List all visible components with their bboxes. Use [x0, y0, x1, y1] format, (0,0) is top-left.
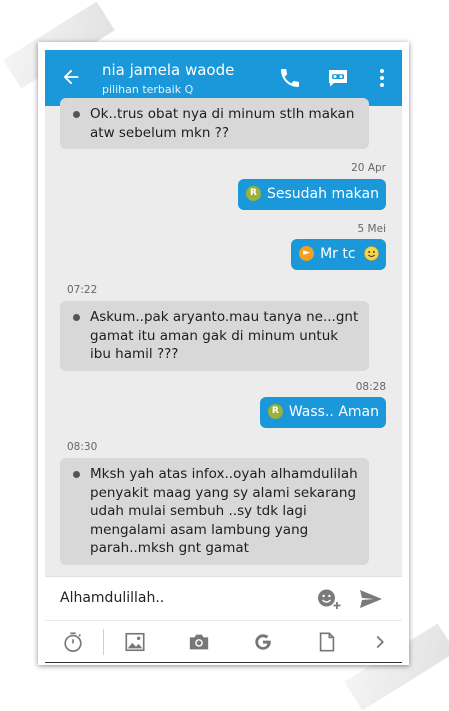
message-bubble-in[interactable]: Mksh yah atas infox..oyah alhamdulilah p… — [60, 458, 369, 565]
google-icon[interactable] — [252, 631, 274, 653]
message-bubble-out[interactable]: R Sesudah makan — [238, 179, 386, 210]
photo-frame: nia jamela waode pilihan terbaik Q Ok..t… — [38, 42, 409, 665]
message-text: Mksh yah atas infox..oyah alhamdulilah p… — [90, 466, 358, 556]
contact-name[interactable]: nia jamela waode — [102, 61, 234, 79]
bullet-dot — [73, 471, 80, 478]
camera-icon[interactable] — [188, 631, 210, 653]
read-badge-icon: R — [246, 185, 261, 201]
timestamp: 5 Mei — [357, 223, 386, 235]
message-text: Mr tc — [320, 246, 356, 262]
message-input[interactable]: Alhamdulillah.. — [60, 590, 164, 606]
smiley-emoji-icon — [364, 245, 379, 261]
toolbar-divider — [103, 629, 104, 655]
timestamp: 08:28 — [355, 381, 386, 393]
sticker-badge-icon: ► — [299, 245, 315, 261]
document-icon[interactable] — [316, 631, 338, 653]
bullet-dot — [73, 314, 80, 321]
bullet-dot — [73, 111, 80, 118]
message-text: Askum..pak aryanto.mau tanya ne...gnt ga… — [90, 309, 359, 362]
video-chat-icon[interactable] — [326, 66, 350, 90]
image-icon[interactable] — [124, 631, 146, 653]
timer-icon[interactable] — [62, 631, 84, 653]
bottom-divider — [45, 662, 402, 663]
message-text: Sesudah makan — [267, 186, 379, 202]
timestamp: 07:22 — [67, 284, 98, 296]
message-bubble-out[interactable]: ► Mr tc — [291, 239, 386, 270]
contact-status: pilihan terbaik Q — [102, 83, 194, 96]
message-text: Wass.. Aman — [288, 404, 379, 420]
message-bubble-out[interactable]: R Wass.. Aman — [259, 397, 386, 428]
emoji-add-icon[interactable] — [317, 588, 341, 610]
timestamp: 08:30 — [67, 441, 98, 453]
message-text: Ok..trus obat nya di minum stlh makan at… — [90, 106, 355, 141]
phone-icon[interactable] — [278, 66, 302, 90]
message-composer[interactable]: Alhamdulillah.. — [45, 576, 402, 621]
chevron-right-icon[interactable] — [369, 631, 391, 653]
read-badge-icon: R — [267, 403, 283, 419]
message-bubble-in[interactable]: Askum..pak aryanto.mau tanya ne...gnt ga… — [60, 301, 369, 371]
more-vert-icon[interactable] — [370, 66, 394, 90]
timestamp: 20 Apr — [351, 162, 386, 174]
message-bubble-in[interactable]: Ok..trus obat nya di minum stlh makan at… — [60, 98, 369, 149]
message-list[interactable]: Ok..trus obat nya di minum stlh makan at… — [45, 98, 402, 576]
back-arrow-icon[interactable] — [60, 66, 82, 88]
attachment-toolbar — [45, 620, 402, 662]
send-icon[interactable] — [359, 589, 383, 609]
phone-screen: nia jamela waode pilihan terbaik Q Ok..t… — [45, 50, 402, 662]
